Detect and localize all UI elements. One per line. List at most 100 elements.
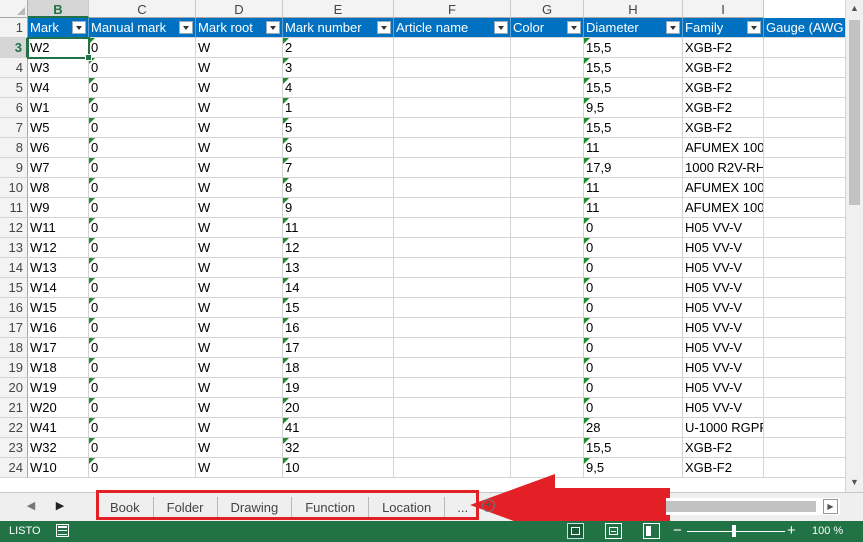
zoom-slider[interactable] xyxy=(687,531,785,532)
table-cell[interactable] xyxy=(511,318,584,338)
table-cell[interactable]: AFUMEX 1000 xyxy=(683,198,764,218)
column-header-F[interactable]: F xyxy=(394,0,511,18)
table-cell[interactable]: AFUMEX 1000 xyxy=(683,178,764,198)
table-cell[interactable]: 0 xyxy=(584,358,683,378)
table-cell[interactable]: W13 xyxy=(28,258,89,278)
row-header[interactable]: 22 xyxy=(0,418,28,438)
table-cell[interactable] xyxy=(764,238,845,258)
table-cell[interactable]: 5 xyxy=(283,118,394,138)
table-cell[interactable]: 32 xyxy=(283,438,394,458)
table-cell[interactable] xyxy=(764,178,845,198)
filter-dropdown-icon[interactable] xyxy=(494,21,508,34)
column-header-D[interactable]: D xyxy=(196,0,283,18)
table-cell[interactable]: 0 xyxy=(584,278,683,298)
table-cell[interactable]: 0 xyxy=(89,338,196,358)
table-cell[interactable]: W3 xyxy=(28,58,89,78)
table-cell[interactable]: W9 xyxy=(28,198,89,218)
table-cell[interactable]: W1 xyxy=(28,98,89,118)
table-cell[interactable]: H05 VV-V xyxy=(683,258,764,278)
column-header-C[interactable]: C xyxy=(89,0,196,18)
table-cell[interactable]: XGB-F2 xyxy=(683,38,764,58)
table-cell[interactable] xyxy=(394,158,511,178)
table-cell[interactable] xyxy=(511,258,584,278)
filter-dropdown-icon[interactable] xyxy=(266,21,280,34)
table-cell[interactable]: 0 xyxy=(89,258,196,278)
table-cell[interactable]: 0 xyxy=(584,398,683,418)
table-cell[interactable] xyxy=(764,138,845,158)
table-cell[interactable]: 28 xyxy=(584,418,683,438)
table-cell[interactable] xyxy=(511,378,584,398)
table-cell[interactable]: 14 xyxy=(283,278,394,298)
table-cell[interactable]: 8 xyxy=(283,178,394,198)
table-cell[interactable] xyxy=(394,398,511,418)
table-cell[interactable] xyxy=(511,278,584,298)
table-cell[interactable]: H05 VV-V xyxy=(683,318,764,338)
table-cell[interactable] xyxy=(511,438,584,458)
table-cell[interactable] xyxy=(511,78,584,98)
table-cell[interactable] xyxy=(394,118,511,138)
table-cell[interactable] xyxy=(394,318,511,338)
table-header-cell[interactable]: Mark number xyxy=(283,18,394,38)
table-cell[interactable] xyxy=(511,38,584,58)
table-cell[interactable]: W xyxy=(196,38,283,58)
table-cell[interactable]: 0 xyxy=(89,418,196,438)
table-cell[interactable]: 0 xyxy=(584,218,683,238)
table-cell[interactable]: W xyxy=(196,378,283,398)
table-cell[interactable]: 11 xyxy=(584,198,683,218)
table-cell[interactable] xyxy=(394,138,511,158)
table-cell[interactable]: 0 xyxy=(584,298,683,318)
table-cell[interactable]: XGB-F2 xyxy=(683,438,764,458)
table-cell[interactable] xyxy=(511,118,584,138)
table-cell[interactable] xyxy=(764,98,845,118)
table-cell[interactable] xyxy=(511,338,584,358)
table-cell[interactable]: W xyxy=(196,78,283,98)
table-cell[interactable] xyxy=(764,158,845,178)
table-cell[interactable]: 1000 R2V-RH xyxy=(683,158,764,178)
table-cell[interactable]: 12 xyxy=(283,238,394,258)
table-cell[interactable] xyxy=(394,258,511,278)
table-cell[interactable] xyxy=(764,118,845,138)
table-cell[interactable]: XGB-F2 xyxy=(683,118,764,138)
vertical-scroll-thumb[interactable] xyxy=(849,20,860,205)
table-cell[interactable] xyxy=(764,358,845,378)
table-cell[interactable]: 11 xyxy=(283,218,394,238)
table-cell[interactable]: W17 xyxy=(28,338,89,358)
table-cell[interactable]: 0 xyxy=(89,278,196,298)
table-cell[interactable]: W14 xyxy=(28,278,89,298)
table-cell[interactable] xyxy=(511,198,584,218)
row-header[interactable]: 20 xyxy=(0,378,28,398)
table-cell[interactable]: 6 xyxy=(283,138,394,158)
table-cell[interactable]: 19 xyxy=(283,378,394,398)
table-cell[interactable]: 0 xyxy=(89,158,196,178)
table-cell[interactable] xyxy=(394,78,511,98)
row-header[interactable]: 13 xyxy=(0,238,28,258)
table-cell[interactable]: AFUMEX 1000 xyxy=(683,138,764,158)
scroll-up-icon[interactable]: ▲ xyxy=(846,0,863,17)
table-cell[interactable]: 0 xyxy=(89,458,196,478)
vertical-scrollbar[interactable]: ▲ ▼ xyxy=(845,0,863,492)
zoom-slider-thumb[interactable] xyxy=(732,525,736,537)
table-cell[interactable] xyxy=(394,298,511,318)
table-header-cell[interactable]: Article name xyxy=(394,18,511,38)
zoom-level[interactable]: 100 % xyxy=(812,525,843,537)
table-cell[interactable]: 0 xyxy=(89,58,196,78)
table-cell[interactable]: 0 xyxy=(89,38,196,58)
table-cell[interactable] xyxy=(394,378,511,398)
table-cell[interactable]: 0 xyxy=(89,78,196,98)
table-cell[interactable] xyxy=(764,438,845,458)
table-cell[interactable] xyxy=(511,218,584,238)
table-cell[interactable]: 0 xyxy=(89,238,196,258)
hscroll-right-icon[interactable]: ▶ xyxy=(823,499,838,514)
table-cell[interactable] xyxy=(394,278,511,298)
horizontal-scroll-thumb[interactable] xyxy=(666,501,816,512)
horizontal-scrollbar[interactable] xyxy=(666,498,840,515)
table-cell[interactable] xyxy=(511,158,584,178)
table-cell[interactable]: 0 xyxy=(584,378,683,398)
table-cell[interactable] xyxy=(764,258,845,278)
table-cell[interactable]: W11 xyxy=(28,218,89,238)
filter-dropdown-icon[interactable] xyxy=(72,21,86,34)
table-cell[interactable] xyxy=(394,438,511,458)
table-cell[interactable]: W xyxy=(196,158,283,178)
table-cell[interactable]: 11 xyxy=(584,138,683,158)
table-header-cell[interactable]: Manual mark xyxy=(89,18,196,38)
